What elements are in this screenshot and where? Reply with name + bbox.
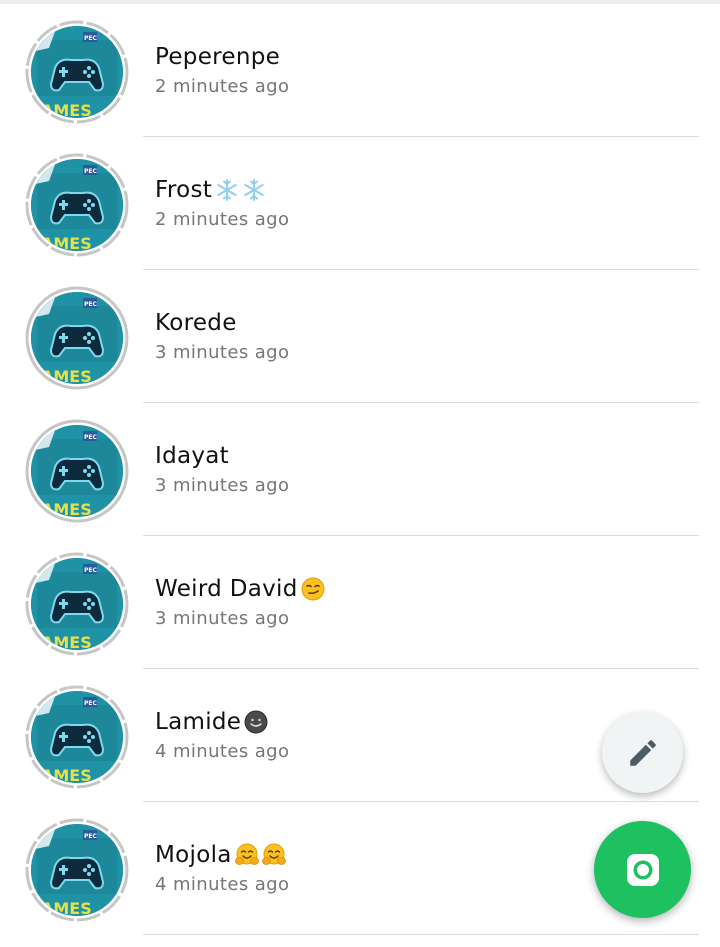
hugging-face-icon — [261, 843, 286, 865]
gamepad-avatar-icon: TY PEC AMES — [31, 26, 123, 118]
status-row-text: Korede 3 minutes ago — [155, 308, 289, 366]
avatar[interactable]: TY PEC AMES — [24, 684, 130, 790]
avatar[interactable]: TY PEC AMES — [24, 19, 130, 125]
gamepad-avatar-icon: TY PEC AMES — [31, 425, 123, 517]
status-row[interactable]: TY PEC AMES Korede 3 minutes ago — [0, 270, 720, 403]
divider — [143, 934, 699, 935]
snowflake-icon — [244, 179, 264, 201]
gamepad-avatar-icon: TY PEC AMES — [31, 824, 123, 916]
contact-name: Idayat — [155, 443, 230, 469]
new-text-status-button[interactable] — [602, 712, 683, 793]
contact-name: Weird David — [155, 574, 325, 604]
status-time: 4 minutes ago — [155, 874, 290, 895]
gamepad-avatar-icon: TY PEC AMES — [31, 691, 123, 783]
status-row[interactable]: TY PEC AMES Weird David 3 minutes ago — [0, 536, 720, 669]
status-time: 2 minutes ago — [155, 209, 290, 230]
status-row[interactable]: TY PEC AMES Idayat 3 minutes ago — [0, 403, 720, 536]
status-row-text: Frost 2 minutes ago — [155, 175, 289, 233]
status-time: 3 minutes ago — [155, 608, 290, 629]
contact-name: Peperenpe — [155, 44, 281, 70]
smirk-face-icon — [301, 577, 325, 601]
contact-name: Frost — [155, 175, 289, 205]
gamepad-avatar-icon: TY PEC AMES — [31, 159, 123, 251]
svg-text:PEC: PEC — [84, 35, 97, 42]
contact-name: Lamide — [155, 707, 289, 737]
contact-name: Korede — [155, 310, 237, 336]
svg-text:PEC: PEC — [84, 434, 97, 441]
gamepad-avatar-icon: TY PEC AMES — [31, 558, 123, 650]
camera-button[interactable] — [594, 821, 691, 918]
status-row-text: Peperenpe 2 minutes ago — [155, 42, 289, 100]
svg-text:PEC: PEC — [84, 833, 97, 840]
dark-smile-face-icon — [244, 710, 268, 734]
avatar[interactable]: TY PEC AMES — [24, 817, 130, 923]
contact-name: Mojola — [155, 840, 289, 870]
avatar[interactable]: TY PEC AMES — [24, 418, 130, 524]
svg-text:PEC: PEC — [84, 567, 97, 574]
svg-text:PEC: PEC — [84, 168, 97, 175]
status-row-text: Mojola 4 minutes ago — [155, 840, 289, 898]
camera-icon — [626, 853, 659, 886]
status-time: 3 minutes ago — [155, 475, 290, 496]
svg-text:PEC: PEC — [84, 301, 97, 308]
svg-text:PEC: PEC — [84, 700, 97, 707]
avatar[interactable]: TY PEC AMES — [24, 285, 130, 391]
snowflake-icon — [217, 179, 237, 201]
hugging-face-icon — [234, 843, 259, 865]
avatar[interactable]: TY PEC AMES — [24, 152, 130, 258]
status-time: 3 minutes ago — [155, 342, 290, 363]
status-time: 2 minutes ago — [155, 76, 290, 97]
status-row-text: Weird David 3 minutes ago — [155, 574, 325, 632]
avatar[interactable]: TY PEC AMES — [24, 551, 130, 657]
status-row-text: Idayat 3 minutes ago — [155, 441, 289, 499]
status-row-text: Lamide 4 minutes ago — [155, 707, 289, 765]
pencil-icon — [629, 739, 656, 766]
status-time: 4 minutes ago — [155, 741, 290, 762]
status-row[interactable]: TY PEC AMES Frost 2 minutes ago — [0, 137, 720, 270]
gamepad-avatar-icon: TY PEC AMES — [31, 292, 123, 384]
status-row[interactable]: TY PEC AMES Peperenpe 2 minutes ago — [0, 4, 720, 137]
status-list: TY PEC AMES Peperenpe 2 minutes ago TY P… — [0, 4, 720, 935]
